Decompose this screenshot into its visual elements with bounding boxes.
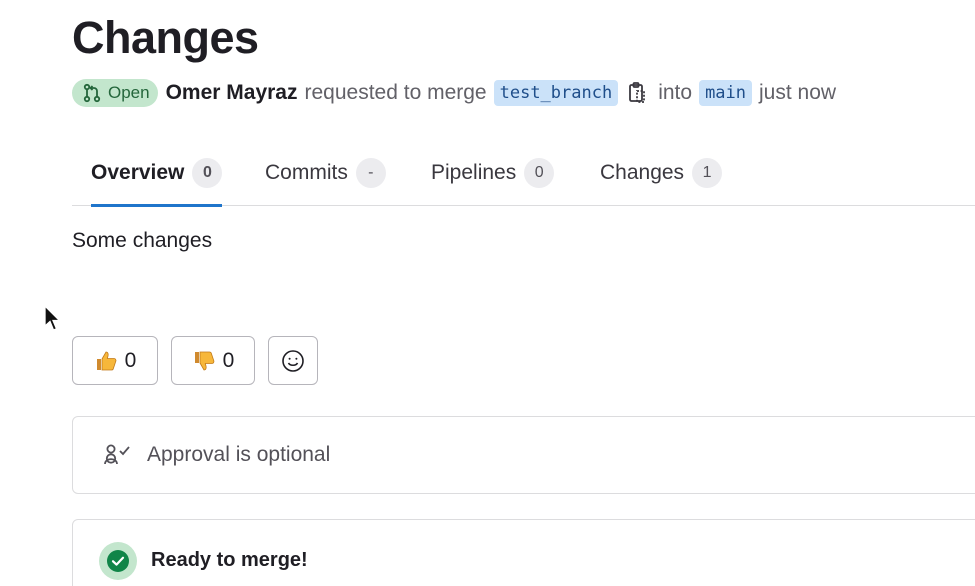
page-title: Changes	[72, 12, 259, 63]
check-circle-icon	[99, 542, 137, 580]
merge-status-title: Ready to merge!	[151, 549, 308, 571]
thumbs-down-button[interactable]: 0	[171, 336, 255, 385]
thumbs-down-count: 0	[222, 348, 235, 372]
merge-action-text: requested to merge	[304, 81, 487, 104]
thumbs-down-icon	[194, 351, 214, 370]
tab-bar: Overview 0 Commits - Pipelines 0 Changes…	[72, 140, 975, 207]
tab-overview[interactable]: Overview 0	[91, 140, 223, 207]
approval-widget: Approval is optional	[72, 416, 975, 494]
copy-icon[interactable]	[627, 81, 649, 105]
approval-text: Approval is optional	[147, 443, 331, 466]
tab-count-badge: 0	[524, 158, 555, 188]
source-branch[interactable]: test_branch	[493, 80, 619, 106]
status-label: Open	[108, 83, 150, 102]
tab-label: Overview	[91, 161, 185, 184]
merge-request-description: Some changes	[72, 229, 213, 252]
tab-label: Pipelines	[431, 161, 517, 184]
into-text: into	[658, 81, 693, 104]
add-reaction-button[interactable]	[268, 336, 318, 385]
thumbs-up-icon	[96, 351, 116, 370]
tab-commits[interactable]: Commits -	[265, 140, 386, 206]
merge-widget: Ready to merge!	[72, 519, 975, 586]
merge-request-meta: Open Omer Mayraz requested to merge test…	[72, 78, 836, 108]
tab-count-badge: -	[355, 158, 386, 188]
status-badge: Open	[72, 79, 158, 107]
merge-request-page: Changes Open Omer Mayraz requested to me…	[0, 0, 975, 586]
tab-label: Commits	[265, 161, 348, 184]
tab-count-badge: 0	[192, 158, 223, 188]
tab-label: Changes	[600, 161, 685, 184]
approval-icon	[104, 444, 130, 465]
smiley-icon	[282, 349, 304, 372]
award-emoji-bar: 0 0	[72, 336, 318, 385]
tab-pipelines[interactable]: Pipelines 0	[431, 140, 555, 206]
time-ago: just now	[759, 81, 837, 104]
author-name[interactable]: Omer Mayraz	[166, 81, 298, 105]
merge-request-icon	[83, 83, 101, 103]
tab-changes[interactable]: Changes 1	[600, 140, 723, 206]
thumbs-up-count: 0	[124, 348, 137, 372]
thumbs-up-button[interactable]: 0	[72, 336, 158, 385]
mouse-cursor-icon	[44, 305, 62, 331]
target-branch[interactable]: main	[699, 80, 753, 106]
tab-count-badge: 1	[692, 158, 723, 188]
